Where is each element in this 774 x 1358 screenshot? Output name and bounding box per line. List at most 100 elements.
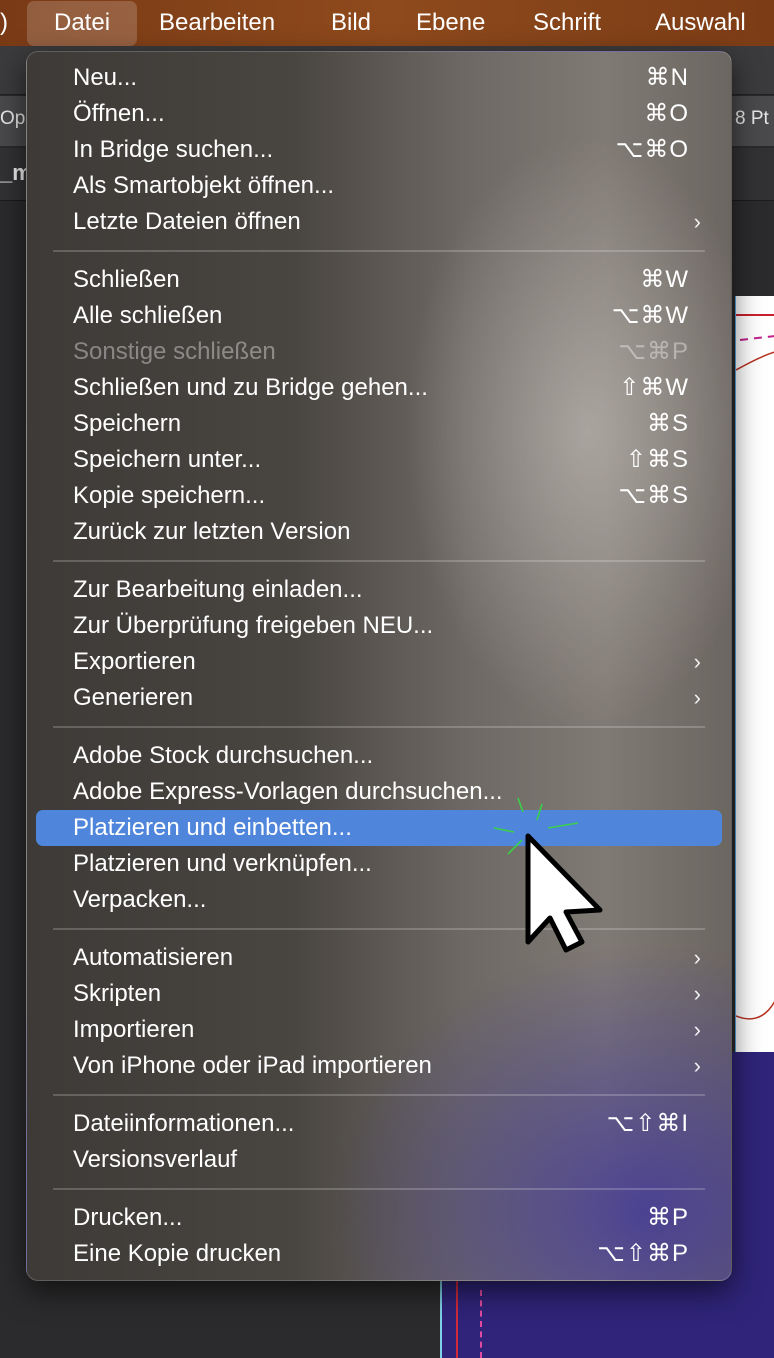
menu-item-label: Eine Kopie drucken <box>73 1240 282 1267</box>
menu-item[interactable]: Importieren › <box>27 1012 731 1048</box>
chevron-right-icon: › <box>693 685 701 710</box>
menu-item-shortcut: ⌘O <box>644 100 689 127</box>
menu-bar: ) Datei Bearbeiten Bild Ebene Schrift Au… <box>0 0 774 46</box>
menu-item-shortcut: ⌥⌘W <box>611 302 689 329</box>
toolbar-right-fragment: 8 Pt <box>735 108 769 129</box>
menu-item-label: Alle schließen <box>73 302 223 329</box>
menu-item[interactable]: Als Smartobjekt öffnen... <box>27 168 731 204</box>
menu-item[interactable]: Zur Überprüfung freigeben NEU... <box>27 608 731 644</box>
document-page[interactable] <box>735 296 774 1052</box>
menu-item[interactable]: Exportieren › <box>27 644 731 680</box>
menu-item-label: Als Smartobjekt öffnen... <box>73 172 335 199</box>
menu-item-shortcut: ⌘N <box>645 64 689 91</box>
menu-item[interactable]: Automatisieren › <box>27 940 731 976</box>
menubar-item-ebene[interactable]: Ebene <box>416 0 485 46</box>
menu-separator <box>53 726 705 728</box>
chevron-right-icon: › <box>693 1053 701 1078</box>
menu-item-label: Exportieren <box>73 648 196 675</box>
menu-item[interactable]: Verpacken... <box>27 882 731 918</box>
menu-item-label: Zurück zur letzten Version <box>73 518 351 545</box>
menu-item[interactable]: Versionsverlauf <box>27 1142 731 1178</box>
menu-item[interactable]: Zurück zur letzten Version <box>27 514 731 550</box>
menu-item-label: Dateiinformationen... <box>73 1110 295 1137</box>
menu-item-label: Adobe Stock durchsuchen... <box>73 742 374 769</box>
menu-separator <box>53 250 705 252</box>
menu-item[interactable]: Alle schließen ⌥⌘W <box>27 298 731 334</box>
menu-item-label: Kopie speichern... <box>73 482 266 509</box>
menu-item[interactable]: Schließen und zu Bridge gehen... ⇧⌘W <box>27 370 731 406</box>
menu-item-label: Zur Bearbeitung einladen... <box>73 576 363 603</box>
menu-item-label: Platzieren und einbetten... <box>73 814 352 841</box>
menu-item[interactable]: Schließen ⌘W <box>27 262 731 298</box>
menu-item[interactable]: Kopie speichern... ⌥⌘S <box>27 478 731 514</box>
menu-item-label: Drucken... <box>73 1204 183 1231</box>
menu-item-label: Versionsverlauf <box>73 1146 238 1173</box>
menubar-fragment: ) <box>0 9 8 36</box>
menubar-item-schrift[interactable]: Schrift <box>533 0 601 46</box>
menu-item-shortcut: ⌥⇧⌘I <box>606 1110 689 1137</box>
menu-item-shortcut: ⌥⌘S <box>618 482 689 509</box>
menu-item-shortcut: ⌘P <box>646 1204 689 1231</box>
menu-item-label: Verpacken... <box>73 886 207 913</box>
menu-item-label: Generieren <box>73 684 194 711</box>
menu-item-label: Neu... <box>73 64 138 91</box>
menubar-item-datei[interactable]: Datei <box>27 1 138 46</box>
menu-item[interactable]: Adobe Stock durchsuchen... <box>27 738 731 774</box>
menubar-item-bild[interactable]: Bild <box>331 0 371 46</box>
document-artwork <box>736 314 774 1020</box>
menu-item-label: Schließen und zu Bridge gehen... <box>73 374 428 401</box>
datei-menu: Neu... ⌘N Öffnen... ⌘O In Bridge suchen... ⌥⌘… <box>26 51 732 1281</box>
menubar-item-auswahl[interactable]: Auswahl <box>655 0 746 46</box>
menu-item-shortcut: ⌘W <box>640 266 689 293</box>
menu-item[interactable]: In Bridge suchen... ⌥⌘O <box>27 132 731 168</box>
menu-item[interactable]: Platzieren und einbetten... <box>27 810 731 846</box>
menu-item-label: Letzte Dateien öffnen <box>73 208 301 235</box>
menu-item[interactable]: Öffnen... ⌘O <box>27 96 731 132</box>
red-guide-line <box>456 1270 458 1358</box>
menu-item[interactable]: Letzte Dateien öffnen › <box>27 204 731 240</box>
menu-item-label: Schließen <box>73 266 180 293</box>
menu-item[interactable]: Eine Kopie drucken ⌥⇧⌘P <box>27 1236 731 1272</box>
menu-item-shortcut: ⌥⇧⌘P <box>597 1240 689 1267</box>
menu-item-label: In Bridge suchen... <box>73 136 274 163</box>
menu-item-shortcut: ⌥⌘O <box>615 136 689 163</box>
menu-item[interactable]: Neu... ⌘N <box>27 60 731 96</box>
menu-item[interactable]: Platzieren und verknüpfen... <box>27 846 731 882</box>
menu-item-label: Speichern <box>73 410 182 437</box>
menu-item[interactable]: Speichern ⌘S <box>27 406 731 442</box>
menu-separator <box>53 1094 705 1096</box>
menu-item-label: Skripten <box>73 980 162 1007</box>
menu-item-shortcut: ⌥⌘P <box>618 338 689 365</box>
menu-item[interactable]: Skripten › <box>27 976 731 1012</box>
menu-item: Sonstige schließen ⌥⌘P <box>27 334 731 370</box>
chevron-right-icon: › <box>693 945 701 970</box>
chevron-right-icon: › <box>693 1017 701 1042</box>
menu-item[interactable]: Von iPhone oder iPad importieren › <box>27 1048 731 1084</box>
menu-item-label: Importieren <box>73 1016 195 1043</box>
menu-item[interactable]: Speichern unter... ⇧⌘S <box>27 442 731 478</box>
menu-separator <box>53 1188 705 1190</box>
menu-item-label: Sonstige schließen <box>73 338 276 365</box>
menu-item[interactable]: Dateiinformationen... ⌥⇧⌘I <box>27 1106 731 1142</box>
menu-item-label: Speichern unter... <box>73 446 262 473</box>
menu-item[interactable]: Adobe Express-Vorlagen durchsuchen... <box>27 774 731 810</box>
menu-item-label: Öffnen... <box>73 100 165 127</box>
pink-dashed-guide <box>480 1290 482 1358</box>
chevron-right-icon: › <box>693 209 701 234</box>
chevron-right-icon: › <box>693 981 701 1006</box>
menu-item[interactable]: Drucken... ⌘P <box>27 1200 731 1236</box>
menubar-item-bearbeiten[interactable]: Bearbeiten <box>159 0 275 46</box>
menu-item-label: Automatisieren <box>73 944 234 971</box>
menu-item-label: Zur Überprüfung freigeben NEU... <box>73 612 434 639</box>
menu-separator <box>53 560 705 562</box>
menu-item-shortcut: ⇧⌘S <box>625 446 689 473</box>
menu-item-label: Adobe Express-Vorlagen durchsuchen... <box>73 778 503 805</box>
chevron-right-icon: › <box>693 649 701 674</box>
menu-item-label: Platzieren und verknüpfen... <box>73 850 372 877</box>
menu-item-shortcut: ⌘S <box>646 410 689 437</box>
menu-item-shortcut: ⇧⌘W <box>619 374 689 401</box>
menu-item-label: Von iPhone oder iPad importieren <box>73 1052 432 1079</box>
mouse-pointer-icon <box>493 797 603 953</box>
menu-item[interactable]: Zur Bearbeitung einladen... <box>27 572 731 608</box>
menu-item[interactable]: Generieren › <box>27 680 731 716</box>
